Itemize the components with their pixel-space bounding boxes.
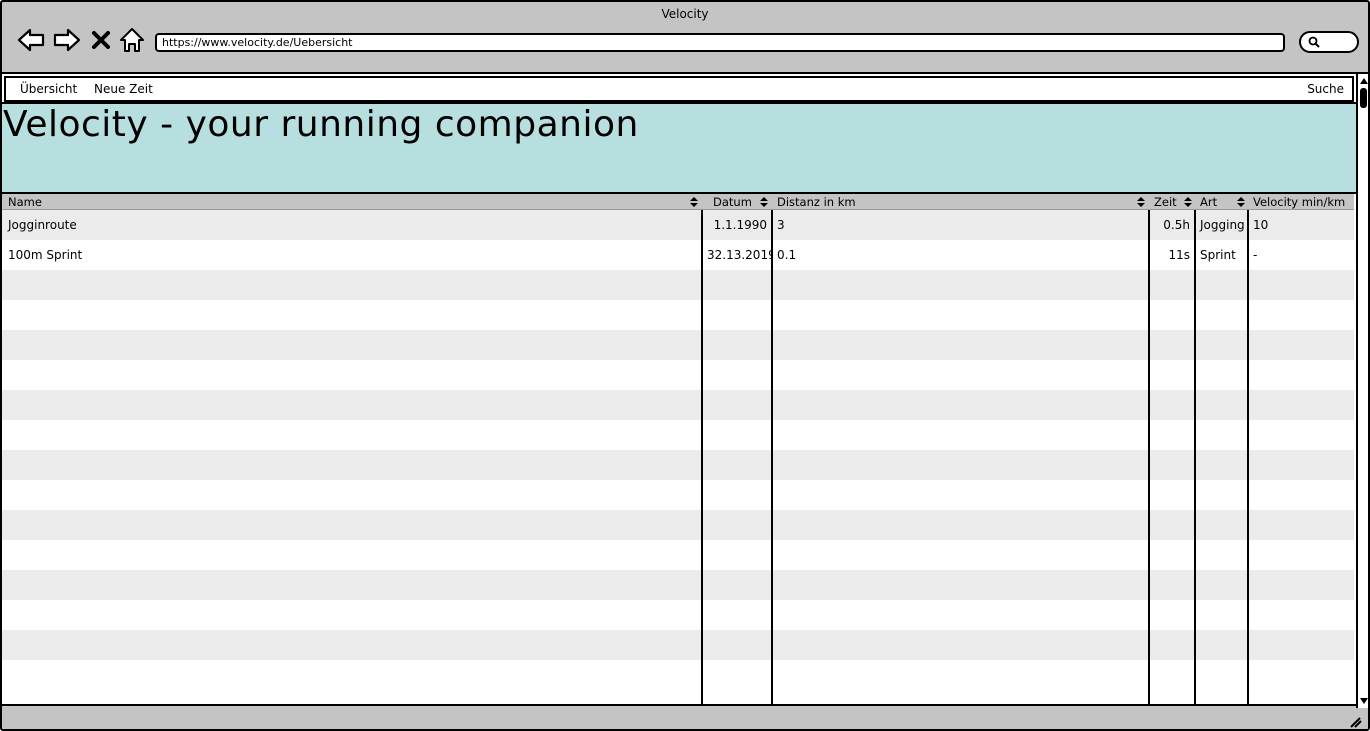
table-cell: 32.13.2019 xyxy=(707,248,771,262)
browser-search-field[interactable] xyxy=(1299,31,1359,53)
resize-grip-icon[interactable] xyxy=(1348,714,1362,728)
scroll-down-icon[interactable] xyxy=(1359,696,1369,706)
table-cell: 1.1.1990 xyxy=(713,218,767,232)
table-row xyxy=(2,600,1354,630)
browser-toolbar: https://www.velocity.de/Uebersicht xyxy=(2,22,1368,66)
table-cell: 11s xyxy=(1168,248,1190,262)
column-divider xyxy=(771,210,773,706)
sort-icon xyxy=(760,197,768,207)
scrollbar-thumb[interactable] xyxy=(1360,88,1367,108)
column-header-art[interactable]: Art xyxy=(1196,194,1248,210)
table-row[interactable]: Jogginroute 1.1.1990 3 0.5h Jogging 10 xyxy=(2,210,1354,240)
top-nav: Übersicht Neue Zeit Suche xyxy=(4,76,1354,102)
page-banner: Velocity - your running companion xyxy=(2,102,1356,194)
nav-item-neue-zeit[interactable]: Neue Zeit xyxy=(94,78,153,100)
sort-icon xyxy=(1237,197,1245,207)
table-row xyxy=(2,360,1354,390)
sort-icon xyxy=(1137,197,1145,207)
column-header-velocity[interactable]: Velocity min/km xyxy=(1249,194,1354,210)
runs-table: Name Datum Distanz in km Zeit Art Veloci… xyxy=(2,194,1354,706)
nav-search-link[interactable]: Suche xyxy=(1307,78,1344,100)
table-row xyxy=(2,330,1354,360)
status-bar xyxy=(2,708,1368,729)
column-header-label: Zeit xyxy=(1154,195,1177,209)
home-icon[interactable] xyxy=(117,25,147,55)
table-row xyxy=(2,660,1354,690)
close-icon[interactable] xyxy=(88,25,114,55)
page-scrollbar[interactable] xyxy=(1356,74,1369,708)
table-row xyxy=(2,390,1354,420)
table-cell: 0.5h xyxy=(1163,218,1190,232)
page-title: Velocity - your running companion xyxy=(3,104,639,145)
column-header-zeit[interactable]: Zeit xyxy=(1150,194,1195,210)
page-viewport: Übersicht Neue Zeit Suche Velocity - you… xyxy=(2,72,1369,708)
table-cell: 0.1 xyxy=(777,248,797,262)
url-input[interactable]: https://www.velocity.de/Uebersicht xyxy=(155,33,1285,52)
column-header-label: Distanz in km xyxy=(777,195,856,209)
column-header-label: Name xyxy=(8,195,42,209)
table-cell: 100m Sprint xyxy=(8,248,83,262)
column-header-label: Art xyxy=(1200,195,1218,209)
table-row xyxy=(2,570,1354,600)
browser-window: Velocity https://www.velocity.de/Uebersi… xyxy=(0,0,1370,731)
table-cell: - xyxy=(1253,248,1258,262)
table-row xyxy=(2,270,1354,300)
table-cell: Sprint xyxy=(1200,248,1236,262)
column-header-label: Velocity min/km xyxy=(1253,195,1346,209)
table-cell: 10 xyxy=(1253,218,1269,232)
column-divider xyxy=(1247,210,1249,706)
scroll-up-icon[interactable] xyxy=(1359,76,1369,86)
table-header: Name Datum Distanz in km Zeit Art Veloci… xyxy=(2,194,1354,210)
search-icon xyxy=(1308,36,1320,48)
table-row xyxy=(2,480,1354,510)
column-divider xyxy=(1194,210,1196,706)
column-divider xyxy=(701,210,703,706)
forward-icon[interactable] xyxy=(52,25,82,55)
table-row xyxy=(2,420,1354,450)
column-header-name[interactable]: Name xyxy=(4,194,701,210)
table-cell: Jogginroute xyxy=(8,218,77,232)
table-row xyxy=(2,300,1354,330)
column-header-distanz[interactable]: Distanz in km xyxy=(773,194,1148,210)
back-icon[interactable] xyxy=(16,25,46,55)
table-row[interactable]: 100m Sprint 32.13.2019 0.1 11s Sprint - xyxy=(2,240,1354,270)
table-row xyxy=(2,510,1354,540)
column-divider xyxy=(1148,210,1150,706)
table-cell: Jogging xyxy=(1200,218,1245,232)
column-header-label: Datum xyxy=(713,195,752,209)
nav-item-uebersicht[interactable]: Übersicht xyxy=(20,78,77,100)
column-header-datum[interactable]: Datum xyxy=(703,194,771,210)
table-row xyxy=(2,540,1354,570)
sort-icon xyxy=(1184,197,1192,207)
table-row xyxy=(2,630,1354,660)
sort-icon xyxy=(690,197,698,207)
table-cell: 3 xyxy=(777,218,785,232)
table-row xyxy=(2,450,1354,480)
